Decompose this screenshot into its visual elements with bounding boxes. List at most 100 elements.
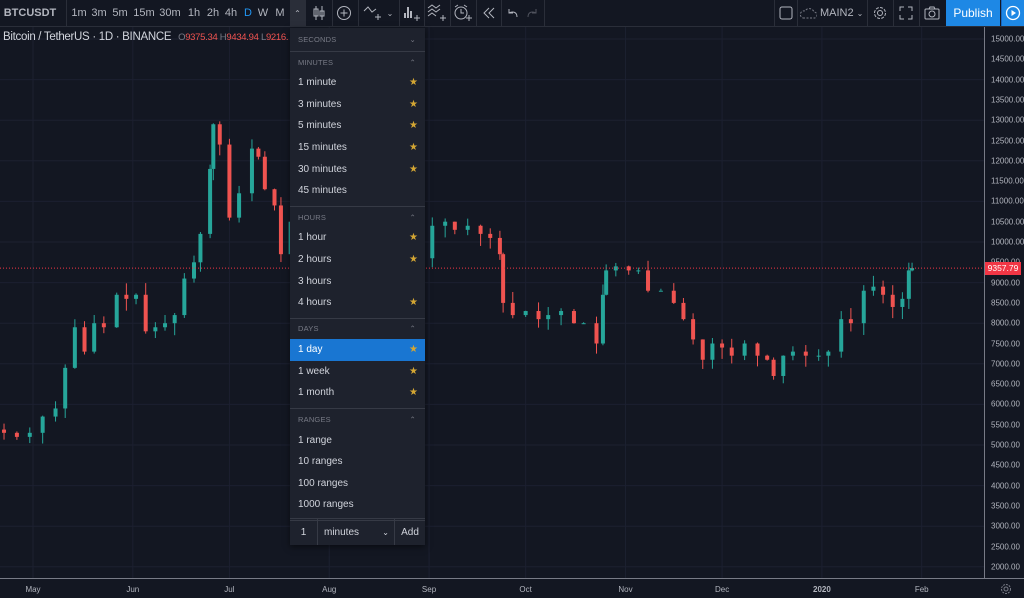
menu-item[interactable]: 1 month ★ xyxy=(290,382,425,404)
interval-4h[interactable]: 4h xyxy=(222,0,240,26)
interval-1h[interactable]: 1h xyxy=(185,0,203,26)
gear-icon[interactable] xyxy=(1000,583,1012,595)
interval-1m[interactable]: 1m xyxy=(70,0,88,26)
menu-item[interactable]: 10 ranges xyxy=(290,451,425,473)
menu-item[interactable]: 15 minutes ★ xyxy=(290,137,425,159)
menu-item[interactable]: 3 hours xyxy=(290,270,425,292)
menu-item[interactable]: 1 minute ★ xyxy=(290,72,425,94)
menu-item[interactable]: 3 minutes ★ xyxy=(290,94,425,116)
star-icon[interactable]: ★ xyxy=(409,344,418,355)
candle-down xyxy=(82,327,87,352)
interval-15m[interactable]: 15m xyxy=(133,0,155,26)
menu-item[interactable]: 1 week ★ xyxy=(290,361,425,383)
candle-up xyxy=(790,351,795,356)
candle-up xyxy=(249,148,254,194)
interval-2h[interactable]: 2h xyxy=(204,0,222,26)
bar-replay-settings-button[interactable] xyxy=(401,0,423,26)
price-tick-label: 3500.00 xyxy=(991,501,1020,511)
candle-down xyxy=(478,225,483,234)
menu-item[interactable]: 1000 ranges xyxy=(290,494,425,516)
templates-button[interactable] xyxy=(426,0,448,26)
interval-menu-toggle[interactable]: ⌃ xyxy=(290,0,305,26)
section-header-hours[interactable]: HOURS ⌃ xyxy=(290,207,425,227)
star-icon[interactable]: ★ xyxy=(409,142,418,153)
candle-up xyxy=(861,290,866,324)
compare-add-button[interactable] xyxy=(334,0,354,26)
time-axis[interactable]: May Jun Jul Aug Sep Oct Nov Dec 2020 Feb xyxy=(0,578,1024,598)
price-tick-label: 2000.00 xyxy=(991,562,1020,572)
price-tick-label: 8000.00 xyxy=(991,318,1020,328)
redo-icon xyxy=(527,9,537,18)
rewind-icon xyxy=(483,7,495,19)
indicators-button[interactable] xyxy=(362,0,384,26)
select-button[interactable] xyxy=(776,0,796,26)
time-tick-label: Dec xyxy=(714,585,730,594)
alert-button[interactable] xyxy=(452,0,474,26)
interval-3m[interactable]: 3m xyxy=(90,0,108,26)
candle-down xyxy=(890,294,895,307)
star-icon[interactable]: ★ xyxy=(409,387,418,398)
candle-down xyxy=(278,205,283,255)
candle-down xyxy=(681,302,686,320)
menu-item[interactable]: 5 minutes ★ xyxy=(290,115,425,137)
chart-legend: Bitcoin / TetherUS · 1D · BINANCE O9375.… xyxy=(3,31,289,43)
section-header-seconds[interactable]: SECONDS ⌄ xyxy=(290,28,425,52)
candle-down xyxy=(262,156,267,190)
publish-button[interactable]: Publish xyxy=(946,0,1000,26)
menu-item[interactable]: 2 hours ★ xyxy=(290,249,425,271)
undo-icon xyxy=(508,9,518,18)
menu-item[interactable]: 1 hour ★ xyxy=(290,227,425,249)
price-axis[interactable]: 15000.00 14500.00 14000.00 13500.00 13000.00… xyxy=(984,27,1024,578)
symbol-search-button[interactable]: BTCUSDT xyxy=(0,0,60,26)
settings-button[interactable] xyxy=(869,0,891,26)
candle-up xyxy=(211,124,216,169)
interval-d[interactable]: D xyxy=(241,0,255,26)
menu-item[interactable]: 1 range xyxy=(290,429,425,451)
candle-up xyxy=(163,323,168,328)
star-icon[interactable]: ★ xyxy=(409,120,418,131)
play-button[interactable] xyxy=(1001,0,1024,26)
redo-button[interactable] xyxy=(523,0,541,26)
candle-up xyxy=(710,343,715,360)
star-icon[interactable]: ★ xyxy=(409,77,418,88)
custom-interval-unit-select[interactable]: minutes ⌄ xyxy=(318,519,395,545)
price-tick-label: 7000.00 xyxy=(991,359,1020,369)
price-tick-label: 13500.00 xyxy=(991,95,1024,105)
candle-up xyxy=(581,323,586,325)
interval-5m[interactable]: 5m xyxy=(111,0,129,26)
price-chart[interactable] xyxy=(0,27,984,578)
fullscreen-button[interactable] xyxy=(895,0,917,26)
interval-m[interactable]: M xyxy=(272,0,288,26)
menu-item[interactable]: 4 hours ★ xyxy=(290,292,425,314)
star-icon[interactable]: ★ xyxy=(409,254,418,265)
star-icon[interactable]: ★ xyxy=(409,297,418,308)
custom-interval-value-input[interactable]: 1 xyxy=(290,519,318,545)
star-icon[interactable]: ★ xyxy=(409,366,418,377)
menu-item[interactable]: 45 minutes xyxy=(290,180,425,202)
interval-30m[interactable]: 30m xyxy=(159,0,181,26)
section-header-ranges[interactable]: RANGES ⌃ xyxy=(290,409,425,429)
star-icon[interactable]: ★ xyxy=(409,99,418,110)
add-interval-button[interactable]: Add xyxy=(395,519,425,545)
replay-button[interactable] xyxy=(478,0,500,26)
section-header-days[interactable]: DAYS ⌃ xyxy=(290,319,425,339)
chart-type-button[interactable] xyxy=(308,0,330,26)
candle-up xyxy=(92,323,97,352)
indicators-dropdown[interactable]: ⌄ xyxy=(384,0,396,26)
candle-up xyxy=(839,319,844,352)
menu-item[interactable]: 1 day ★ xyxy=(290,338,425,361)
section-header-minutes[interactable]: MINUTES ⌃ xyxy=(290,52,425,72)
camera-icon xyxy=(924,6,940,20)
undo-button[interactable] xyxy=(504,0,522,26)
snapshot-button[interactable] xyxy=(921,0,943,26)
candle-up xyxy=(816,355,821,357)
star-icon[interactable]: ★ xyxy=(409,232,418,243)
layout-dropdown[interactable]: ⌄ xyxy=(854,0,866,26)
section-ranges: RANGES ⌃ 1 range 10 ranges 100 ranges 1000 ra… xyxy=(290,409,425,522)
menu-item[interactable]: 100 ranges xyxy=(290,472,425,494)
interval-w[interactable]: W xyxy=(255,0,271,26)
menu-item[interactable]: 30 minutes ★ xyxy=(290,158,425,180)
ohlc-values: O9375.34 H9434.94 L9216. xyxy=(178,32,289,43)
star-icon[interactable]: ★ xyxy=(409,164,418,175)
layout-button[interactable]: MAIN2 xyxy=(799,0,855,26)
